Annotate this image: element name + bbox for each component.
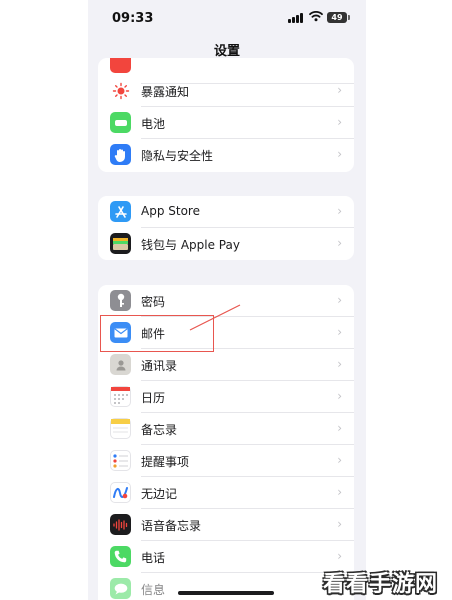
settings-row-contacts[interactable]: 通讯录 › [98, 349, 354, 381]
battery-indicator: 49 [327, 12, 350, 23]
chevron-right-icon: › [337, 236, 342, 250]
settings-row-passwords[interactable]: 密码 › [98, 285, 354, 317]
settings-row-messages[interactable]: 信息 › [98, 573, 354, 600]
contacts-icon [110, 354, 131, 375]
settings-row-phone[interactable]: 电话 › [98, 541, 354, 573]
chevron-right-icon: › [337, 204, 342, 218]
highlight-box [100, 315, 214, 352]
settings-row-label: App Store [141, 204, 200, 218]
calendar-icon [110, 386, 131, 407]
phone-icon [110, 546, 131, 567]
notes-icon [110, 418, 131, 439]
home-indicator[interactable] [178, 591, 274, 595]
chevron-right-icon: › [337, 325, 342, 339]
settings-row-calendar[interactable]: 日历 › [98, 381, 354, 413]
settings-row-app-store[interactable]: App Store › [98, 196, 354, 228]
chevron-right-icon: › [337, 421, 342, 435]
reminders-icon [110, 450, 131, 471]
app-store-icon [110, 201, 131, 222]
settings-row-label: 隐私与安全性 [141, 149, 214, 163]
chevron-right-icon: › [337, 389, 342, 403]
settings-row-label: 无边记 [141, 487, 178, 501]
cellular-signal-icon [288, 13, 304, 23]
partial-red-icon [110, 58, 131, 73]
voice-memos-icon [110, 514, 131, 535]
chevron-right-icon: › [337, 549, 342, 563]
settings-row-label: 暴露通知 [141, 85, 190, 99]
key-icon [110, 290, 131, 311]
chevron-right-icon: › [337, 485, 342, 499]
settings-row-label: 电池 [141, 117, 166, 131]
settings-row-wallet[interactable]: 钱包与 Apple Pay › [98, 228, 354, 260]
chevron-right-icon: › [337, 293, 342, 307]
settings-row-battery[interactable]: 电池 › [98, 107, 354, 139]
settings-row-label: 通讯录 [141, 359, 178, 373]
chevron-right-icon: › [337, 517, 342, 531]
settings-group-1: › 暴露通知 › 电池 › 隐私与安全性 › [98, 58, 354, 172]
page-title: 设置 [213, 44, 240, 59]
chevron-right-icon: › [337, 453, 342, 467]
settings-row-label: 钱包与 Apple Pay [141, 238, 240, 252]
settings-row-privacy[interactable]: 隐私与安全性 › [98, 139, 354, 171]
wallet-icon [110, 233, 131, 254]
settings-row-label: 日历 [141, 391, 166, 405]
settings-row-label: 语音备忘录 [141, 519, 202, 533]
settings-row-label: 提醒事项 [141, 455, 190, 469]
settings-row-voice-memos[interactable]: 语音备忘录 › [98, 509, 354, 541]
chevron-right-icon: › [337, 147, 342, 161]
settings-screen: 09:33 49 设置 › 暴露通知 › [88, 0, 366, 600]
hand-icon [110, 144, 131, 165]
status-time: 09:33 [112, 11, 154, 26]
settings-group-2: App Store › 钱包与 Apple Pay › [98, 196, 354, 260]
exposure-notification-icon [110, 80, 131, 101]
settings-row-freeform[interactable]: 无边记 › [98, 477, 354, 509]
settings-row-label: 电话 [141, 551, 166, 565]
settings-row-label: 备忘录 [141, 423, 178, 437]
chevron-right-icon: › [337, 83, 342, 97]
settings-row-label: 信息 [141, 583, 166, 597]
chevron-right-icon: › [337, 357, 342, 371]
settings-row-notes[interactable]: 备忘录 › [98, 413, 354, 445]
messages-icon [110, 578, 131, 599]
settings-row-exposure[interactable]: 暴露通知 › [98, 75, 354, 107]
settings-row-label: 密码 [141, 295, 166, 309]
watermark-logo: 看看手游网 [323, 572, 439, 597]
wifi-icon [309, 11, 323, 22]
freeform-icon [110, 482, 131, 503]
status-bar: 09:33 49 [88, 0, 366, 36]
battery-icon [110, 112, 131, 133]
chevron-right-icon: › [337, 115, 342, 129]
chevron-right-icon: › [337, 58, 342, 62]
settings-row-reminders[interactable]: 提醒事项 › [98, 445, 354, 477]
